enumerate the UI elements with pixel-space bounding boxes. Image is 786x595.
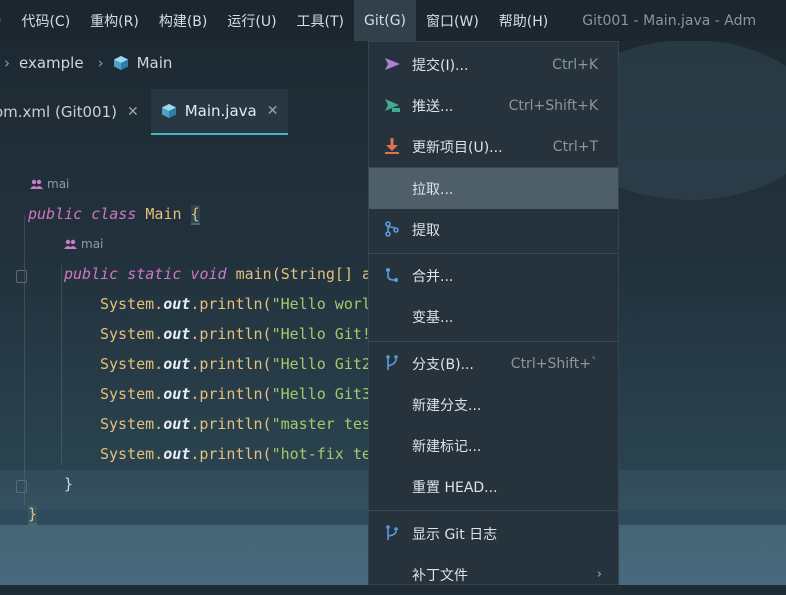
- menu-window[interactable]: 窗口(W): [416, 0, 489, 41]
- java-class-icon: [113, 56, 128, 70]
- code-line-6: System.out.println("Hello Git3: [100, 385, 371, 403]
- menu-code[interactable]: 代码(C): [11, 0, 80, 41]
- author-hint[interactable]: mai: [64, 237, 103, 251]
- code-line-4: System.out.println("Hello Git!: [100, 325, 371, 343]
- menu-refactor[interactable]: 重构(R): [80, 0, 149, 41]
- code-line-10: }: [28, 505, 38, 525]
- git-menu-commit[interactable]: 提交(I)... Ctrl+K: [369, 44, 618, 85]
- code-line-1: public class Main {: [28, 205, 200, 225]
- git-menu-fetch[interactable]: 提取: [369, 209, 618, 250]
- git-menu-push[interactable]: 推送... Ctrl+Shift+K: [369, 85, 618, 126]
- git-menu-reset-head[interactable]: 重置 HEAD...: [369, 466, 618, 507]
- code-line-8: System.out.println("hot-fix te: [100, 445, 371, 463]
- fold-marker-icon[interactable]: [16, 270, 27, 283]
- git-menu-rebase[interactable]: 变基...: [369, 296, 618, 337]
- push-icon: [385, 99, 400, 112]
- commit-arrow-icon: [385, 58, 400, 70]
- breadcrumb-class[interactable]: Main: [137, 54, 173, 72]
- branch-icon: [386, 355, 398, 370]
- git-menu-merge[interactable]: 合并...: [369, 255, 618, 296]
- git-menu-dropdown: 提交(I)... Ctrl+K 推送... Ctrl+Shift+K 更新项目(…: [368, 41, 619, 585]
- menu-run[interactable]: 运行(U): [217, 0, 286, 41]
- tab-main-java[interactable]: Main.java ✕: [150, 89, 289, 135]
- menu-view-partial[interactable]: ): [0, 0, 11, 41]
- chevron-right-icon: ›: [4, 54, 10, 72]
- menu-separator: [369, 341, 618, 342]
- users-icon: [64, 239, 77, 249]
- close-icon[interactable]: ✕: [267, 103, 279, 119]
- users-icon: [30, 179, 43, 189]
- git-log-icon: [386, 525, 398, 540]
- window-title: Git001 - Main.java - Adm: [582, 12, 757, 29]
- author-hint[interactable]: mai: [30, 177, 69, 191]
- code-line-3: System.out.println("Hello worl: [100, 295, 371, 313]
- code-line-9: }: [64, 475, 74, 493]
- fold-marker-icon[interactable]: [16, 480, 27, 493]
- git-menu-branches[interactable]: 分支(B)... Ctrl+Shift+`: [369, 343, 618, 384]
- tab-label: Main.java: [184, 102, 257, 120]
- java-class-icon: [161, 104, 176, 118]
- git-menu-new-tag[interactable]: 新建标记...: [369, 425, 618, 466]
- code-line-5: System.out.println("Hello Git2: [100, 355, 371, 373]
- menu-separator: [369, 510, 618, 511]
- main-menu-bar: ) 代码(C) 重构(R) 构建(B) 运行(U) 工具(T) Git(G) 窗…: [0, 0, 786, 41]
- chevron-right-icon: ›: [97, 54, 104, 72]
- git-menu-update[interactable]: 更新项目(U)... Ctrl+T: [369, 126, 618, 167]
- menu-build[interactable]: 构建(B): [149, 0, 218, 41]
- close-icon[interactable]: ✕: [127, 104, 139, 120]
- git-menu-pull[interactable]: 拉取...: [369, 168, 618, 209]
- update-download-icon: [385, 138, 399, 154]
- menu-separator: [369, 253, 618, 254]
- tab-pom-xml[interactable]: om.xml (Git001) ✕: [0, 89, 151, 135]
- code-line-2: public static void main(String[] a: [64, 265, 372, 283]
- git-menu-new-branch[interactable]: 新建分支...: [369, 384, 618, 425]
- menu-help[interactable]: 帮助(H): [489, 0, 558, 41]
- code-line-7: System.out.println("master tes: [100, 415, 371, 433]
- breadcrumb-package[interactable]: example: [19, 54, 84, 72]
- git-menu-patch-file[interactable]: 补丁文件 ›: [369, 554, 618, 595]
- menu-git[interactable]: Git(G): [354, 0, 417, 41]
- menu-tools[interactable]: 工具(T): [287, 0, 354, 41]
- tab-label: om.xml (Git001): [0, 103, 117, 121]
- git-menu-show-log[interactable]: 显示 Git 日志: [369, 513, 618, 554]
- indent-guide: [61, 265, 62, 465]
- merge-icon: [386, 268, 398, 282]
- indent-guide: [24, 215, 25, 505]
- chevron-right-icon: ›: [596, 567, 602, 582]
- fetch-branch-icon: [385, 221, 399, 237]
